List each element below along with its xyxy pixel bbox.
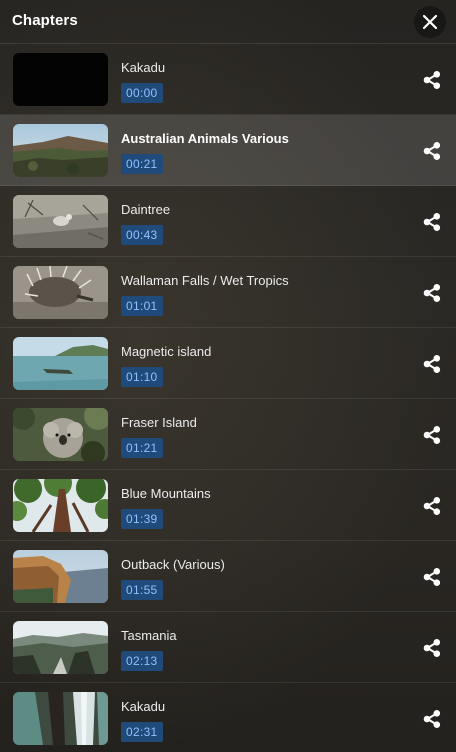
share-icon[interactable] xyxy=(422,709,442,729)
share-icon[interactable] xyxy=(422,70,442,90)
share-icon[interactable] xyxy=(422,638,442,658)
share-icon[interactable] xyxy=(422,496,442,516)
chapter-thumbnail xyxy=(13,479,108,532)
chapter-thumbnail xyxy=(13,550,108,603)
share-icon[interactable] xyxy=(422,425,442,445)
chapter-item[interactable]: Outback (Various) 01:55 xyxy=(0,541,456,612)
close-icon xyxy=(422,14,438,30)
chapter-timestamp[interactable]: 00:21 xyxy=(121,154,163,174)
chapter-title: Blue Mountains xyxy=(121,486,211,501)
chapter-title: Kakadu xyxy=(121,60,166,75)
chapter-timestamp[interactable]: 01:55 xyxy=(121,580,163,600)
chapter-timestamp[interactable]: 01:39 xyxy=(121,509,163,529)
chapter-thumbnail xyxy=(13,621,108,674)
chapter-item[interactable]: Magnetic island 01:10 xyxy=(0,328,456,399)
share-icon[interactable] xyxy=(422,354,442,374)
chapter-item[interactable]: Kakadu 02:31 xyxy=(0,683,456,752)
chapter-timestamp[interactable]: 00:43 xyxy=(121,225,163,245)
chapter-title: Magnetic island xyxy=(121,344,212,359)
panel-title: Chapters xyxy=(12,12,78,29)
share-icon[interactable] xyxy=(422,141,442,161)
chapter-title: Australian Animals Various xyxy=(121,131,289,146)
chapter-title: Daintree xyxy=(121,202,171,217)
chapter-thumbnail xyxy=(13,408,108,461)
chapter-title: Fraser Island xyxy=(121,415,197,430)
chapter-title: Wallaman Falls / Wet Tropics xyxy=(121,273,289,288)
chapter-timestamp[interactable]: 00:00 xyxy=(121,83,163,103)
chapter-item[interactable]: Wallaman Falls / Wet Tropics 01:01 xyxy=(0,257,456,328)
chapter-item[interactable]: Fraser Island 01:21 xyxy=(0,399,456,470)
chapter-item[interactable]: Kakadu 00:00 xyxy=(0,44,456,115)
chapter-item[interactable]: Daintree 00:43 xyxy=(0,186,456,257)
chapter-thumbnail xyxy=(13,53,108,106)
chapter-thumbnail xyxy=(13,337,108,390)
chapter-list: Kakadu 00:00 Australian Animals Various … xyxy=(0,44,456,752)
chapters-panel: Chapters Kakadu 00:00 Australian Animals… xyxy=(0,0,456,752)
chapter-timestamp[interactable]: 02:31 xyxy=(121,722,163,742)
chapter-title: Kakadu xyxy=(121,699,166,714)
chapter-thumbnail xyxy=(13,692,108,745)
share-icon[interactable] xyxy=(422,283,442,303)
chapter-thumbnail xyxy=(13,266,108,319)
chapter-timestamp[interactable]: 02:13 xyxy=(121,651,163,671)
chapter-thumbnail xyxy=(13,195,108,248)
chapter-timestamp[interactable]: 01:01 xyxy=(121,296,163,316)
chapter-title: Tasmania xyxy=(121,628,177,643)
share-icon[interactable] xyxy=(422,567,442,587)
chapter-timestamp[interactable]: 01:21 xyxy=(121,438,163,458)
chapter-title: Outback (Various) xyxy=(121,557,225,572)
close-button[interactable] xyxy=(414,6,446,38)
chapter-thumbnail xyxy=(13,124,108,177)
chapters-header: Chapters xyxy=(0,0,456,44)
chapter-item-active[interactable]: Australian Animals Various 00:21 xyxy=(0,115,456,186)
chapter-timestamp[interactable]: 01:10 xyxy=(121,367,163,387)
share-icon[interactable] xyxy=(422,212,442,232)
chapter-item[interactable]: Blue Mountains 01:39 xyxy=(0,470,456,541)
chapter-item[interactable]: Tasmania 02:13 xyxy=(0,612,456,683)
